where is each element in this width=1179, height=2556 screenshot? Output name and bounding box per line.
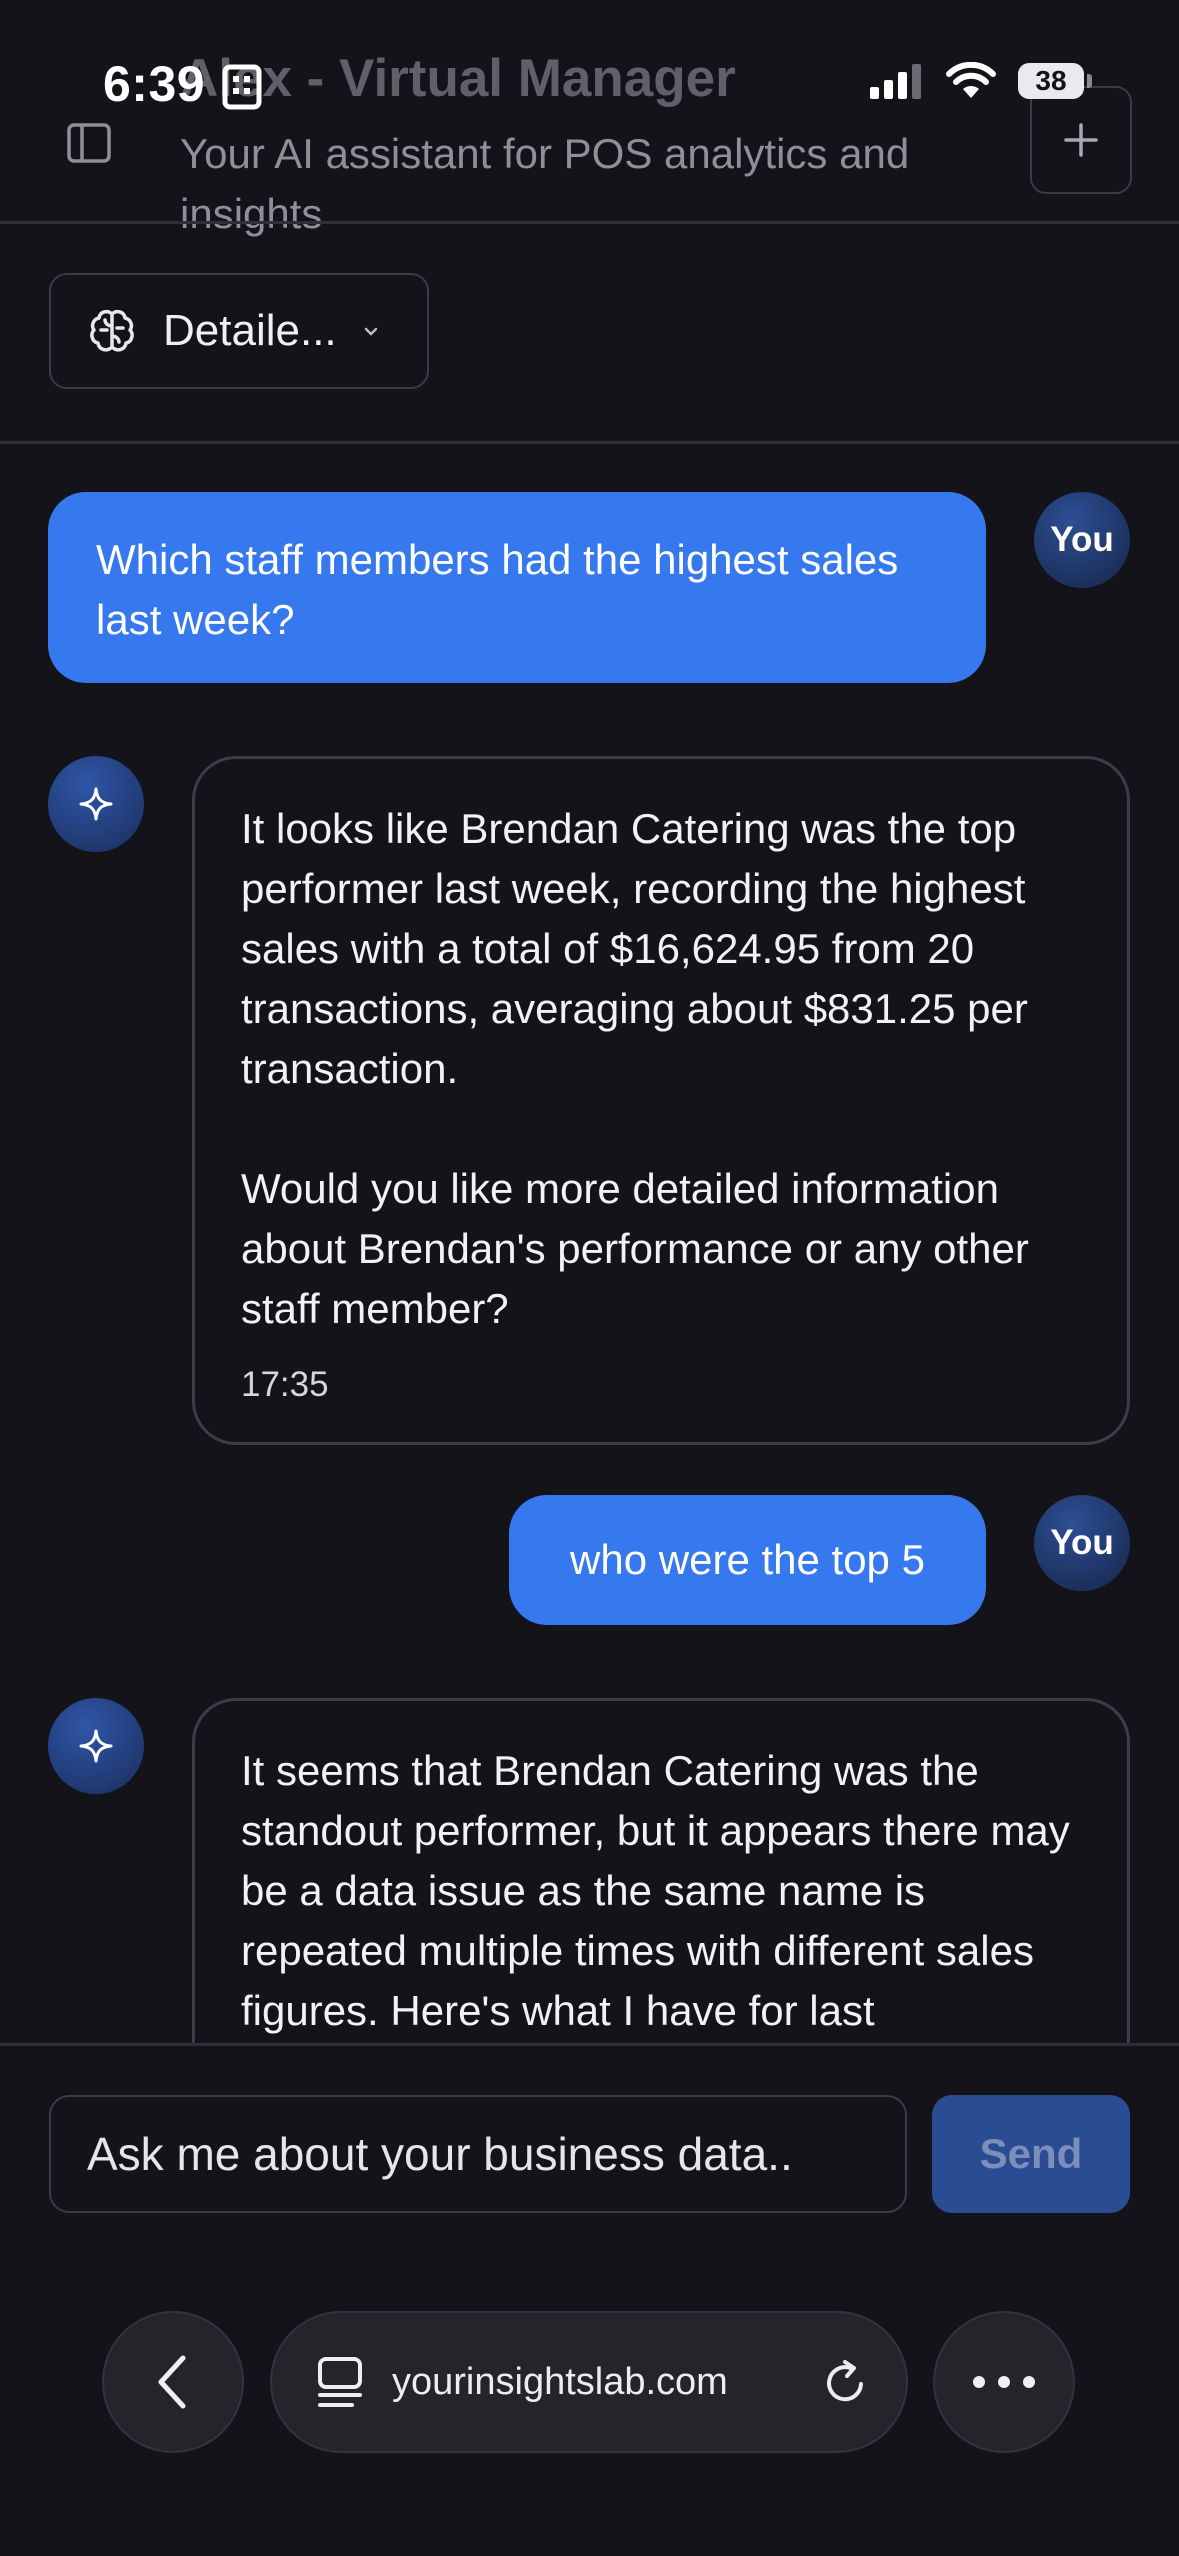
toolbar-divider xyxy=(0,441,1179,444)
message-paragraph: It looks like Brendan Catering was the t… xyxy=(241,805,1028,1092)
user-message-bubble: Which staff members had the highest sale… xyxy=(48,492,986,683)
focus-icon xyxy=(222,64,262,115)
composer-divider xyxy=(0,2043,1179,2046)
assistant-avatar xyxy=(48,1698,144,1794)
response-mode-select[interactable]: Detaile... xyxy=(49,273,429,389)
app-title: Alex - Virtual Manager xyxy=(180,49,736,108)
brain-icon xyxy=(90,309,134,352)
assistant-avatar xyxy=(48,756,144,852)
message-paragraph: Would you like more detailed information… xyxy=(241,1165,1029,1332)
browser-more-button[interactable] xyxy=(933,2311,1075,2453)
status-time: 6:39 xyxy=(103,56,206,112)
chat-input[interactable] xyxy=(49,2095,907,2213)
url-text: yourinsightslab.com xyxy=(392,2360,728,2403)
tabs-icon[interactable] xyxy=(316,2355,366,2409)
sparkle-icon xyxy=(79,1729,113,1763)
user-avatar: You xyxy=(1034,492,1130,588)
message-text: Which staff members had the highest sale… xyxy=(96,536,899,643)
assistant-message-bubble: It looks like Brendan Catering was the t… xyxy=(192,756,1130,1445)
cellular-signal-icon xyxy=(870,64,921,99)
message-paragraph: It seems that Brendan Catering was the s… xyxy=(241,1747,1070,2034)
chevron-left-icon xyxy=(158,2355,186,2409)
browser-back-button[interactable] xyxy=(102,2311,244,2453)
message-text: who were the top 5 xyxy=(570,1536,925,1583)
plus-icon xyxy=(1064,123,1098,157)
chevron-down-icon xyxy=(364,327,377,336)
header-divider xyxy=(0,221,1179,224)
mode-label: Detaile... xyxy=(163,306,337,355)
send-button[interactable]: Send xyxy=(932,2095,1130,2213)
more-icon xyxy=(973,2376,1035,2388)
message-timestamp: 17:35 xyxy=(241,1365,329,1404)
sidebar-toggle-button[interactable] xyxy=(62,116,116,170)
wifi-icon xyxy=(946,62,996,98)
sidebar-icon xyxy=(67,123,111,163)
status-icons: 38 xyxy=(868,62,1092,100)
user-avatar: You xyxy=(1034,1495,1130,1591)
battery-indicator: 38 xyxy=(1018,63,1092,99)
sparkle-icon xyxy=(79,787,113,821)
address-bar[interactable]: yourinsightslab.com xyxy=(270,2311,908,2453)
user-message-bubble: who were the top 5 xyxy=(509,1495,986,1625)
reload-icon[interactable] xyxy=(820,2357,870,2407)
app-subtitle: Your AI assistant for POS analytics and … xyxy=(180,130,910,237)
new-chat-button[interactable] xyxy=(1030,86,1132,194)
